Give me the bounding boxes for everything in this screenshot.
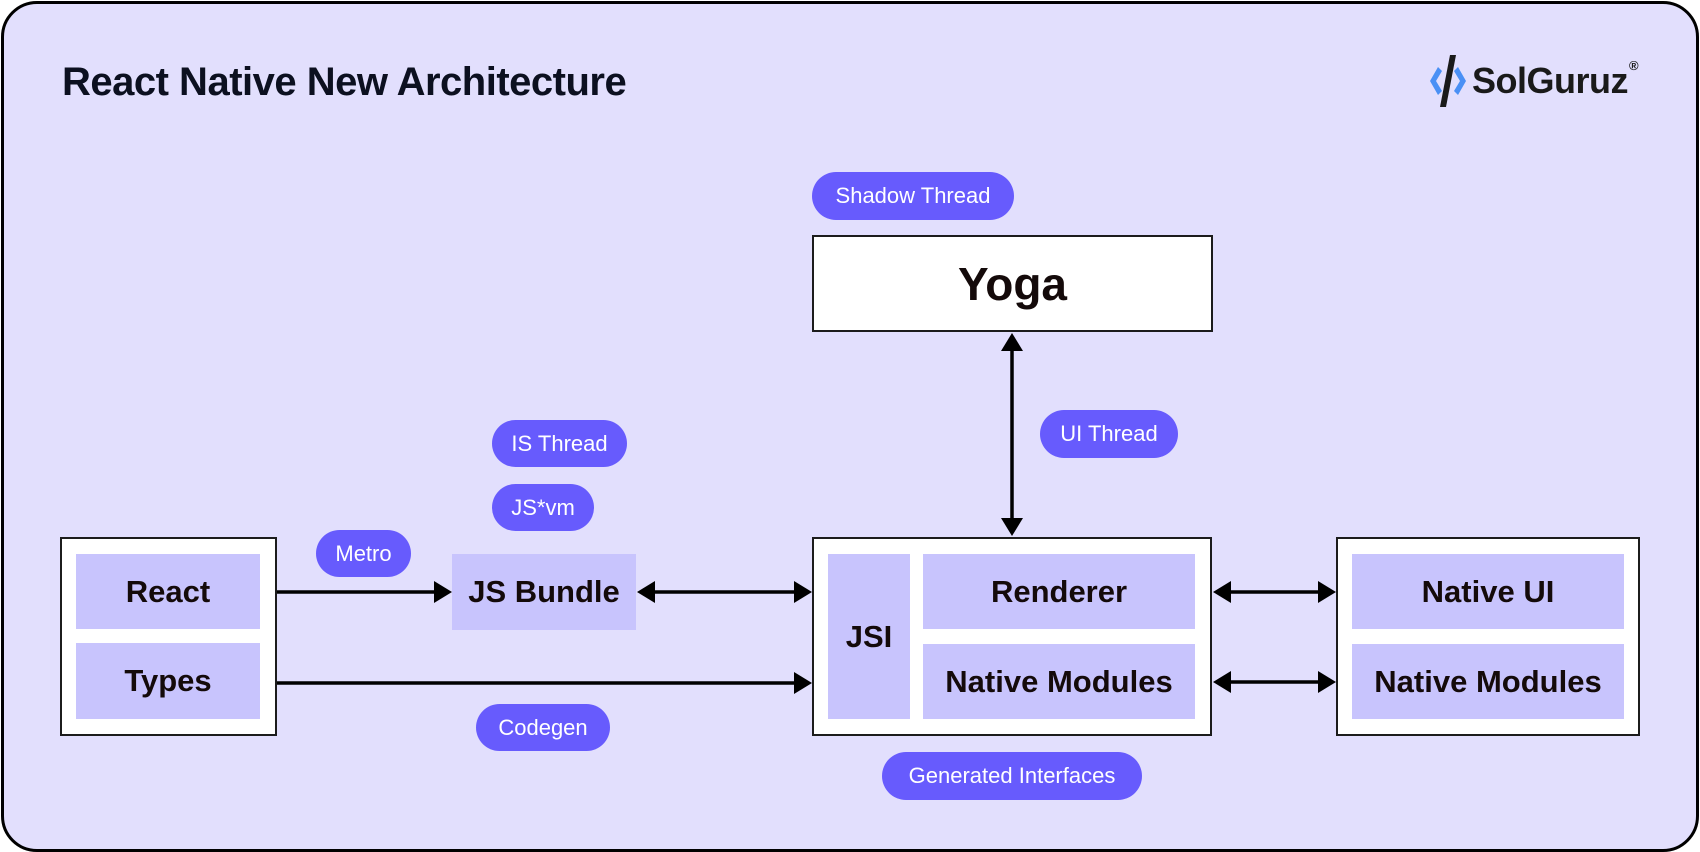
types-node: Types (76, 643, 260, 719)
native-modules-core-node: Native Modules (923, 644, 1195, 719)
registered-mark: ® (1629, 58, 1639, 73)
native-ui-node: Native UI (1352, 554, 1624, 629)
react-node: React (76, 554, 260, 629)
logo-text: SolGuruz (1472, 60, 1629, 101)
page-title: React Native New Architecture (62, 60, 627, 104)
yoga-label: Yoga (957, 257, 1068, 310)
renderer-node: Renderer (923, 554, 1195, 629)
generated-interfaces-label: Generated Interfaces (882, 752, 1142, 800)
js-bundle-node: JS Bundle (452, 554, 636, 630)
solguruz-logo-icon (1430, 55, 1466, 107)
is-thread-label: IS Thread (492, 420, 627, 467)
brand-logo: SolGuruz ® (1428, 52, 1639, 110)
codegen-label: Codegen (476, 704, 610, 751)
native-modules-platform-node: Native Modules (1352, 644, 1624, 719)
js-vm-label: JS*vm (492, 484, 594, 531)
shadow-thread-label: Shadow Thread (812, 172, 1014, 220)
metro-label: Metro (316, 530, 411, 577)
jsi-node: JSI (828, 554, 910, 719)
ui-thread-label: UI Thread (1040, 410, 1178, 458)
